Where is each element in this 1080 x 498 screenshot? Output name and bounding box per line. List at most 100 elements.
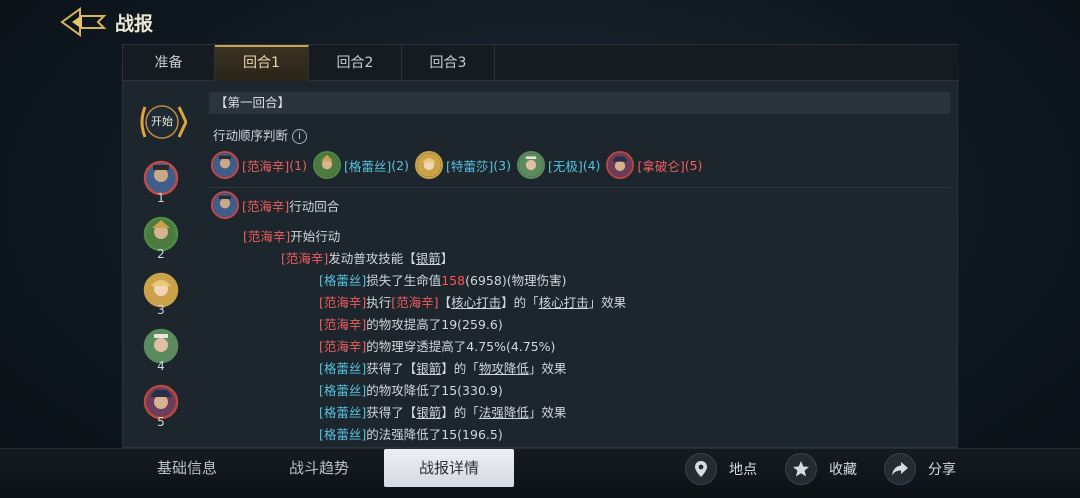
log-line-effect: [格蕾丝]获得了【银箭】的「物攻降低」效果: [319, 358, 566, 377]
log-text: 获得了【: [366, 405, 417, 420]
hero-name: [范海辛]: [319, 339, 367, 354]
share-button[interactable]: 分享: [884, 452, 956, 486]
hero-name: [格蕾丝]: [319, 427, 367, 442]
effect-link[interactable]: 物攻降低: [479, 361, 529, 376]
tab-prepare[interactable]: 准备: [123, 45, 215, 81]
back-button[interactable]: [58, 4, 108, 40]
log-line-effect: [范海辛]执行[范海辛]【核心打击】的「核心打击」效果: [319, 292, 626, 311]
hero-avatar-icon: [414, 151, 443, 179]
round-tabs: 准备 回合1 回合2 回合3: [123, 45, 959, 81]
log-text: 】的「: [441, 405, 479, 420]
log-line-effect: [格蕾丝]的法强降低了15(196.5): [319, 424, 503, 443]
hero-name: [范海辛]: [319, 295, 367, 310]
order-hero-name: [范海辛]: [242, 158, 290, 174]
log-text: 开始行动: [290, 229, 341, 244]
log-text: 行动回合: [289, 198, 340, 214]
hero-avatar-icon: [211, 191, 239, 219]
hero-name: [范海辛]: [242, 198, 290, 214]
rail-turn-number: 1: [157, 191, 165, 205]
hero-name: [范海辛]: [243, 229, 291, 244]
hero-name: [格蕾丝]: [319, 383, 367, 398]
hero-avatar-icon: [606, 151, 635, 179]
start-badge[interactable]: 开始: [137, 99, 187, 145]
rail-turn-1[interactable]: 1: [143, 160, 179, 208]
order-entry[interactable]: [拿破仑] (5): [606, 151, 702, 179]
damage-value: 158: [441, 273, 466, 288]
log-text: 」效果: [528, 361, 567, 376]
order-index: (1): [289, 157, 307, 173]
log-text: 】的「: [441, 361, 479, 376]
log-text: 发动普攻技能【: [328, 251, 416, 266]
log-text: 的物攻提高了19(259.6): [366, 317, 503, 332]
hero-name: [格蕾丝]: [319, 405, 367, 420]
order-hero-name: [格蕾丝]: [343, 158, 392, 174]
log-text: 【: [438, 295, 452, 310]
order-hero-name: [拿破仑]: [637, 158, 685, 174]
favorite-label: 收藏: [829, 462, 857, 478]
log-text: 损失了生命值: [366, 273, 442, 288]
action-order-label: 行动顺序判断: [213, 128, 289, 143]
log-line-effect: [格蕾丝]获得了【银箭】的「法强降低」效果: [319, 402, 566, 421]
hero-name: [范海辛]: [319, 317, 367, 332]
rail-turn-3[interactable]: 3: [143, 272, 179, 320]
log-line-effect: [格蕾丝]的物攻降低了15(330.9): [319, 380, 503, 399]
hero-name: [格蕾丝]: [319, 273, 367, 288]
battle-log: 【第一回合】 行动顺序判断 i [范海辛] (1) [格蕾丝] (2) [特蕾莎] (3…: [207, 89, 951, 449]
rail-turn-2[interactable]: 2: [143, 216, 179, 264]
order-entry[interactable]: [范海辛] (1): [211, 151, 307, 179]
rail-turn-number: 5: [157, 415, 165, 429]
effect-link[interactable]: 核心打击: [539, 295, 589, 310]
back-arrow-icon: [60, 7, 107, 37]
skill-link[interactable]: 核心打击: [451, 295, 501, 310]
bottom-bar: 基础信息 战斗趋势 战报详情 地点 收藏 分享: [0, 448, 1080, 498]
tab-basic-info[interactable]: 基础信息: [122, 449, 252, 489]
divider: [209, 187, 950, 188]
location-button[interactable]: 地点: [685, 452, 757, 486]
order-entry[interactable]: [特蕾莎] (3): [414, 151, 511, 179]
log-text: 」效果: [588, 295, 627, 310]
skill-link[interactable]: 银箭: [416, 251, 441, 266]
tab-report-detail[interactable]: 战报详情: [384, 449, 514, 487]
log-text: (6958)(物理伤害): [465, 273, 567, 288]
order-entry[interactable]: [无极] (4): [516, 151, 601, 179]
rail-turn-number: 4: [157, 359, 165, 373]
location-label: 地点: [729, 462, 757, 478]
log-line-effect: [格蕾丝]损失了生命值158(6958)(物理伤害): [319, 270, 566, 289]
tab-battle-trend[interactable]: 战斗趋势: [254, 449, 384, 489]
order-index: (4): [582, 157, 601, 173]
location-pin-icon: [685, 453, 717, 485]
action-order-row: [范海辛] (1) [格蕾丝] (2) [特蕾莎] (3) [无极] (4) [拿破仑]…: [211, 150, 708, 180]
tab-round-3[interactable]: 回合3: [402, 45, 495, 81]
effect-link[interactable]: 法强降低: [479, 405, 529, 420]
log-text: 的物攻降低了15(330.9): [366, 383, 503, 398]
order-hero-name: [特蕾莎]: [445, 158, 494, 174]
log-text: 执行: [366, 295, 392, 310]
order-index: (5): [684, 157, 703, 173]
log-text: 的法强降低了15(196.5): [366, 427, 503, 442]
favorite-button[interactable]: 收藏: [785, 452, 857, 486]
hero-avatar-icon: [211, 151, 239, 179]
action-order-title: 行动顺序判断 i: [213, 125, 308, 144]
skill-link[interactable]: 银箭: [416, 405, 441, 420]
share-label: 分享: [928, 462, 956, 478]
rail-turn-4[interactable]: 4: [143, 328, 179, 376]
hero-name: [格蕾丝]: [319, 361, 367, 376]
rail-turn-5[interactable]: 5: [143, 384, 179, 432]
log-line-start-action: [范海辛]开始行动: [243, 226, 340, 245]
report-panel: 准备 回合1 回合2 回合3 开始 1 2 3 4 5 【第一回合】 行动顺序判…: [122, 44, 959, 449]
skill-link[interactable]: 银箭: [416, 361, 441, 376]
log-text: 】: [440, 251, 454, 266]
hero-name: [范海辛]: [391, 295, 439, 310]
log-line-effect: [范海辛]的物攻提高了19(259.6): [319, 314, 503, 333]
hero-avatar-icon: [312, 151, 341, 179]
tab-round-1[interactable]: 回合1: [215, 45, 309, 81]
info-icon[interactable]: i: [292, 129, 308, 144]
order-index: (2): [391, 157, 409, 173]
order-hero-name: [无极]: [547, 158, 583, 174]
hero-name: [范海辛]: [281, 251, 329, 266]
tab-round-2[interactable]: 回合2: [309, 45, 402, 81]
page-title: 战报: [115, 13, 154, 35]
rail-turn-number: 2: [157, 247, 165, 261]
order-entry[interactable]: [格蕾丝] (2): [312, 151, 409, 179]
round-header: 【第一回合】: [209, 92, 950, 114]
